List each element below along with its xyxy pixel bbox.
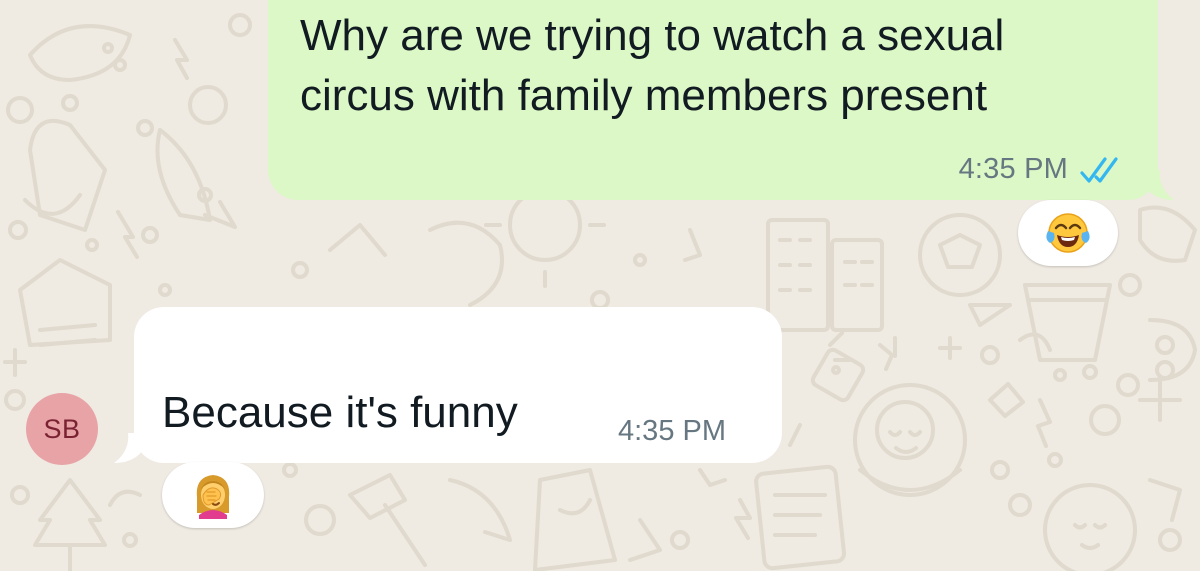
incoming-message-text: Because it's funny — [162, 388, 518, 437]
outgoing-message-timestamp: 4:35 PM — [958, 153, 1068, 185]
outgoing-message-bubble[interactable]: Why are we trying to watch a sexual circ… — [268, 0, 1174, 200]
sender-avatar[interactable]: SB — [26, 393, 98, 465]
incoming-message-timestamp: 4:35 PM — [618, 415, 726, 447]
face-with-tears-of-joy-emoji — [1046, 213, 1090, 253]
woman-facepalming-emoji — [196, 475, 230, 519]
outgoing-message-meta: 4:35 PM — [959, 153, 1124, 186]
double-check-read-icon — [1080, 156, 1118, 183]
bubble-tail — [114, 433, 150, 463]
incoming-message-bubble[interactable]: Because it's funny 4:35 PM — [114, 307, 782, 463]
outgoing-message-reaction[interactable] — [1018, 200, 1118, 266]
incoming-message-reaction[interactable] — [162, 462, 264, 528]
outgoing-message-text: Why are we trying to watch a sexual circ… — [300, 11, 1005, 120]
avatar-initials: SB — [43, 413, 81, 444]
bubble-tail — [1138, 170, 1174, 200]
